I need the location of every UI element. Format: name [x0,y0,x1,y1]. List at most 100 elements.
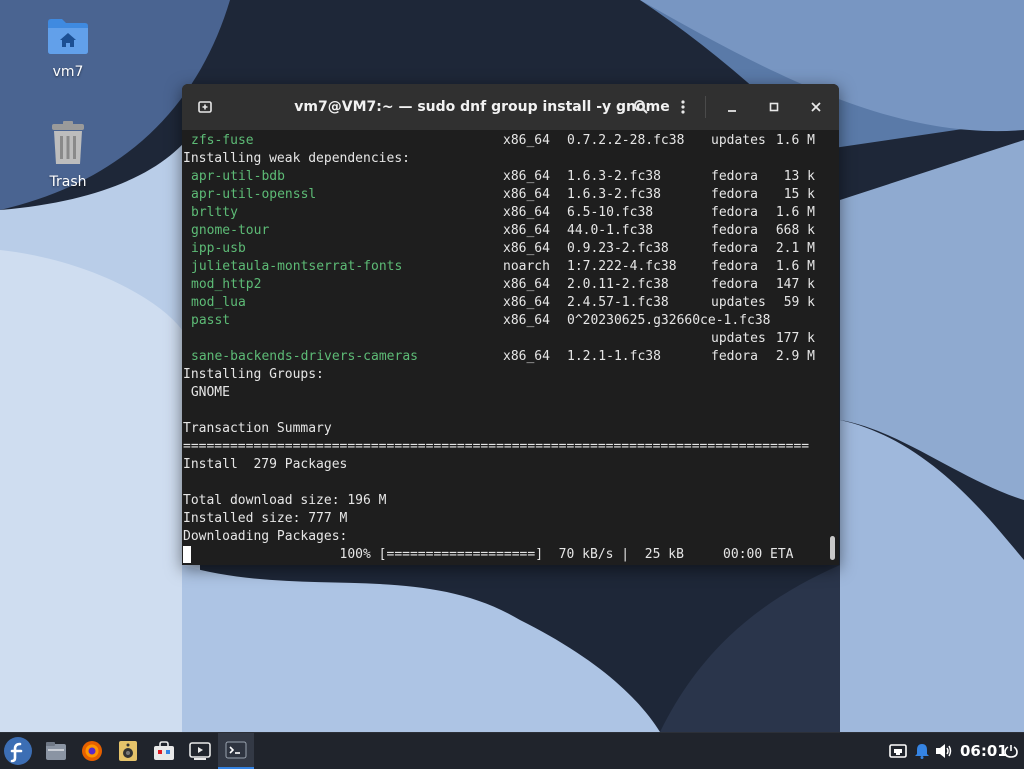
output-text: Installing Groups: [183,367,324,382]
terminal-line: mod_http2 x86_64 2.0.11-2.fc38 fedora 147 k [183,276,823,294]
package-size: 1.6 M [775,259,815,274]
package-name: sane-backends-drivers-cameras [191,349,418,364]
output-text: Installed size: 777 M [183,511,348,526]
firefox-icon [82,741,102,761]
terminal-line: ipp-usb x86_64 0.9.23-2.fc38 fedora 2.1 M [183,240,823,258]
package-name: ipp-usb [191,241,246,256]
terminal-line: Total download size: 196 M [183,492,823,510]
software-store-icon [154,741,174,760]
package-repo: fedora [711,349,758,364]
terminal-window[interactable]: vm7@VM7:~ — sudo dnf group install -y gn… [182,84,839,565]
terminal-line: ========================================… [183,438,823,456]
minimize-button[interactable] [717,92,747,122]
volume-icon [936,744,952,758]
maximize-button[interactable] [759,92,789,122]
fedora-logo-icon [4,737,32,765]
terminal-icon [225,741,247,759]
package-arch: x86_64 [503,187,550,202]
maximize-icon [769,102,779,112]
output-text: Installing weak dependencies: [183,151,410,166]
package-size: 15 k [783,187,815,202]
package-size: 59 k [783,295,815,310]
package-size: 13 k [783,169,815,184]
terminal-line: Installing weak dependencies: [183,150,823,168]
video-player-icon [189,742,211,760]
new-tab-icon [198,101,212,113]
package-version: 1.6.3-2.fc38 [567,187,661,202]
terminal-scrollbar[interactable] [830,536,835,560]
package-size: 1.6 M [775,133,815,148]
output-text: Transaction Summary [183,421,332,436]
kebab-menu-icon [681,100,685,114]
package-arch: x86_64 [503,223,550,238]
minimize-icon [728,110,736,112]
search-button[interactable] [626,92,656,122]
terminal-output[interactable]: zfs-fuse x86_64 0.7.2.2-28.fc38 updates 1.6 … [183,132,823,565]
power-menu-button[interactable] [1000,735,1022,767]
output-text: GNOME [183,385,230,400]
terminal-line: Installing Groups: [183,366,823,384]
new-tab-button[interactable] [190,92,220,122]
taskbar: 06:01 [0,732,1024,769]
terminal-line: Transaction Summary [183,420,823,438]
terminal-line: 100% [===================] 70 kB/s | 25 … [183,546,823,564]
output-text: Downloading Packages: [183,529,348,544]
package-repo: fedora [711,223,758,238]
output-text: ========================================… [183,439,810,454]
progress-line: 100% [===================] 70 kB/s | 25 … [183,547,794,562]
package-version: 1:7.222-4.fc38 [567,259,677,274]
close-button[interactable] [801,92,831,122]
package-repo: fedora [711,169,758,184]
menu-button[interactable] [668,92,698,122]
terminal-line: brltty x86_64 6.5-10.fc38 fedora 1.6 M [183,204,823,222]
terminal-line: mod_lua x86_64 2.4.57-1.fc38 updates 59 k [183,294,823,312]
package-arch: x86_64 [503,241,550,256]
desktop-icon-label: vm7 [52,64,84,80]
package-repo: fedora [711,205,758,220]
home-folder-icon [48,19,88,54]
media-player-launcher[interactable] [184,735,216,767]
terminal-line: gnome-tour x86_64 44.0-1.fc38 fedora 668 k [183,222,823,240]
music-player-launcher[interactable] [112,735,144,767]
package-version: 1.2.1-1.fc38 [567,349,661,364]
terminal-line: zfs-fuse x86_64 0.7.2.2-28.fc38 updates 1.6 … [183,132,823,150]
file-manager-icon [46,742,66,760]
package-size: 2.9 M [775,349,815,364]
package-repo: updates [711,133,766,148]
speaker-app-icon [119,741,137,761]
terminal-line: Install 279 Packages [183,456,823,474]
desktop-icon-home[interactable]: vm7 [18,16,118,80]
package-name: julietaula-montserrat-fonts [191,259,403,274]
volume-indicator[interactable] [928,735,960,767]
power-icon [1004,745,1018,758]
terminal-titlebar[interactable]: vm7@VM7:~ — sudo dnf group install -y gn… [182,84,839,130]
terminal-line: updates 177 k [183,330,823,348]
package-name: mod_lua [191,295,246,310]
package-version: 2.4.57-1.fc38 [567,295,669,310]
files-launcher[interactable] [40,735,72,767]
package-repo: fedora [711,259,758,274]
package-size: 177 k [775,331,815,346]
package-version: 1.6.3-2.fc38 [567,169,661,184]
desktop-icon-trash[interactable]: Trash [18,120,118,190]
terminal-line: GNOME [183,384,823,402]
firefox-launcher[interactable] [76,735,108,767]
close-icon [811,102,821,112]
terminal-line: apr-util-openssl x86_64 1.6.3-2.fc38 fedora… [183,186,823,204]
package-arch: x86_64 [503,295,550,310]
output-text: Total download size: 196 M [183,493,387,508]
fedora-menu-button[interactable] [2,735,34,767]
titlebar-separator [705,96,706,118]
package-version: 0.9.23-2.fc38 [567,241,669,256]
package-version: 0.7.2.2-28.fc38 [567,133,685,148]
package-name: apr-util-bdb [191,169,285,184]
terminal-line: sane-backends-drivers-cameras x86_64 1.2.1… [183,348,823,366]
software-launcher[interactable] [148,735,180,767]
package-arch: x86_64 [503,313,550,328]
package-size: 2.1 M [775,241,815,256]
terminal-taskbar-button[interactable] [218,733,254,769]
package-name: brltty [191,205,238,220]
package-size: 147 k [775,277,815,292]
package-name: passt [191,313,231,328]
